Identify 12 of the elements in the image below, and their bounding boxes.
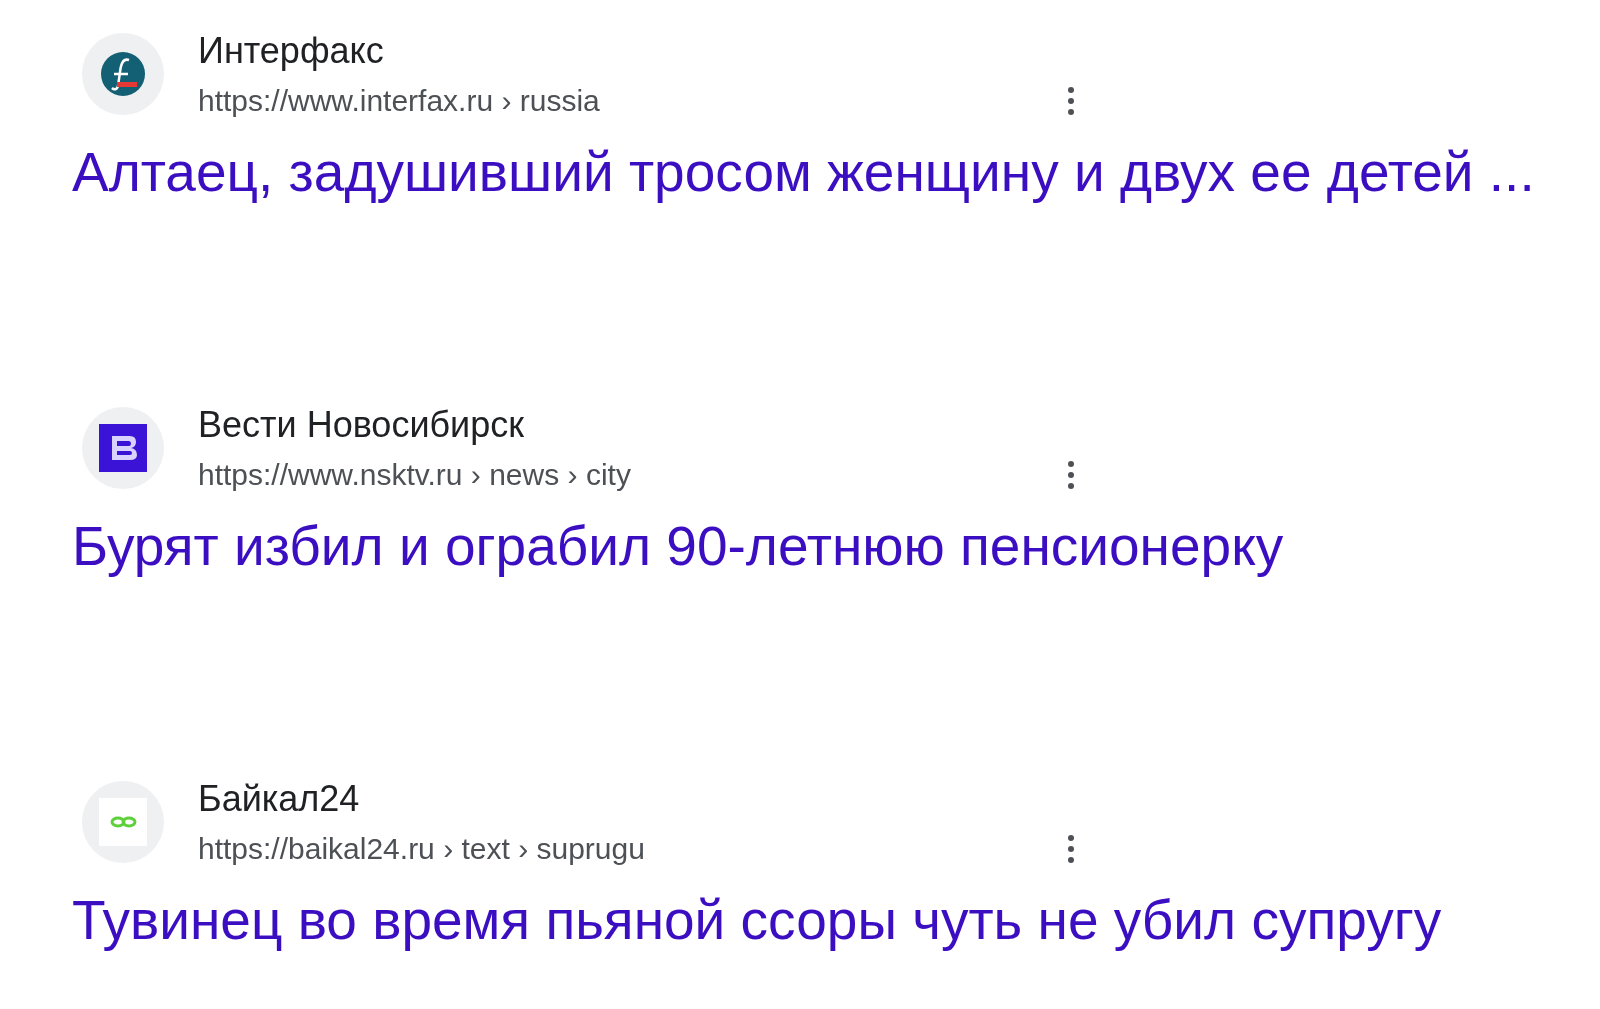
letter-b-logo-icon xyxy=(99,424,147,472)
site-name: Байкал24 xyxy=(198,778,361,820)
site-name: Вести Новосибирск xyxy=(198,404,525,446)
linked-rings-logo-icon xyxy=(99,798,147,846)
result-title-link[interactable]: Алтаец, задушивший тросом женщину и двух ее детей ... xyxy=(72,140,1600,204)
site-url: https://www.interfax.ru › russia xyxy=(198,84,600,118)
letter-f-logo-icon xyxy=(99,50,147,98)
result-title-link[interactable]: Бурят избил и ограбил 90-летнюю пенсионерку xyxy=(72,514,1600,578)
site-name: Интерфакс xyxy=(198,30,385,72)
site-url: https://www.nsktv.ru › news › city xyxy=(198,458,631,492)
result-title-link[interactable]: Тувинец во время пьяной ссоры чуть не убил супругу xyxy=(72,888,1600,952)
site-url: https://baikal24.ru › text › suprugu xyxy=(198,832,645,866)
